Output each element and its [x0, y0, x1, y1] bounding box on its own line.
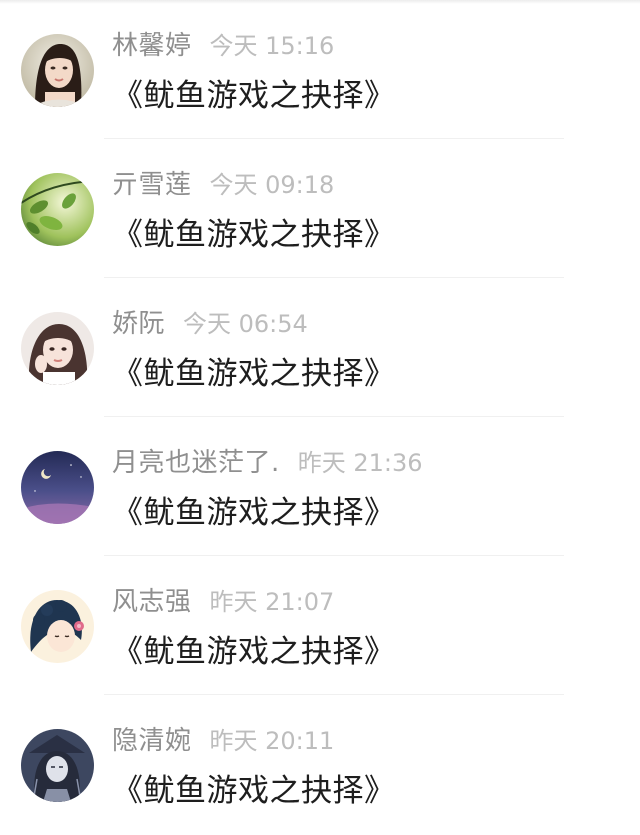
night-sky-moon-avatar-icon [21, 451, 94, 524]
comment-meta: 隐清婉 昨天 20:11 [112, 723, 334, 759]
timestamp: 今天 06:54 [183, 310, 308, 338]
comment-text: 《鱿鱼游戏之抉择》 [112, 217, 396, 253]
girl-selfie-avatar-icon [21, 312, 94, 385]
comment-item: 隐清婉 昨天 20:11 《鱿鱼游戏之抉择》 [0, 695, 640, 834]
comment-item: 娇阮 今天 06:54 《鱿鱼游戏之抉择》 [0, 278, 640, 417]
comment-text: 《鱿鱼游戏之抉择》 [112, 78, 396, 114]
timestamp: 昨天 20:11 [209, 727, 335, 755]
timestamp: 昨天 21:07 [209, 588, 335, 616]
comment-meta: 风志强 昨天 21:07 [112, 584, 334, 620]
anime-girl-flower-avatar-icon [21, 590, 94, 663]
comment-text: 《鱿鱼游戏之抉择》 [112, 495, 396, 531]
avatar[interactable] [21, 312, 94, 385]
timestamp: 今天 09:18 [209, 171, 335, 199]
comment-text: 《鱿鱼游戏之抉择》 [112, 773, 396, 809]
timestamp: 昨天 21:36 [297, 449, 423, 477]
avatar[interactable] [21, 590, 94, 663]
dark-anime-character-avatar-icon [21, 729, 94, 802]
comment-meta: 月亮也迷茫了. 昨天 21:36 [112, 445, 423, 481]
username[interactable]: 月亮也迷茫了. [112, 448, 280, 478]
comment-item: 风志强 昨天 21:07 《鱿鱼游戏之抉择》 [0, 556, 640, 695]
comment-meta: 娇阮 今天 06:54 [112, 306, 308, 342]
comment-item: 月亮也迷茫了. 昨天 21:36 《鱿鱼游戏之抉择》 [0, 417, 640, 556]
comment-text: 《鱿鱼游戏之抉择》 [112, 634, 396, 670]
comment-meta: 亓雪莲 今天 09:18 [112, 167, 334, 203]
username[interactable]: 林馨婷 [112, 31, 192, 61]
avatar[interactable] [21, 729, 94, 802]
comment-meta: 林馨婷 今天 15:16 [112, 28, 334, 64]
username[interactable]: 隐清婉 [112, 726, 192, 756]
username[interactable]: 娇阮 [112, 309, 165, 339]
username[interactable]: 亓雪莲 [112, 170, 192, 200]
woman-portrait-avatar-icon [21, 34, 94, 107]
comment-item: 亓雪莲 今天 09:18 《鱿鱼游戏之抉择》 [0, 139, 640, 278]
green-leaves-avatar-icon [21, 173, 94, 246]
username[interactable]: 风志强 [112, 587, 192, 617]
avatar[interactable] [21, 34, 94, 107]
avatar[interactable] [21, 173, 94, 246]
timestamp: 今天 15:16 [209, 32, 335, 60]
avatar[interactable] [21, 451, 94, 524]
comment-text: 《鱿鱼游戏之抉择》 [112, 356, 396, 392]
comment-item: 林馨婷 今天 15:16 《鱿鱼游戏之抉择》 [0, 0, 640, 139]
